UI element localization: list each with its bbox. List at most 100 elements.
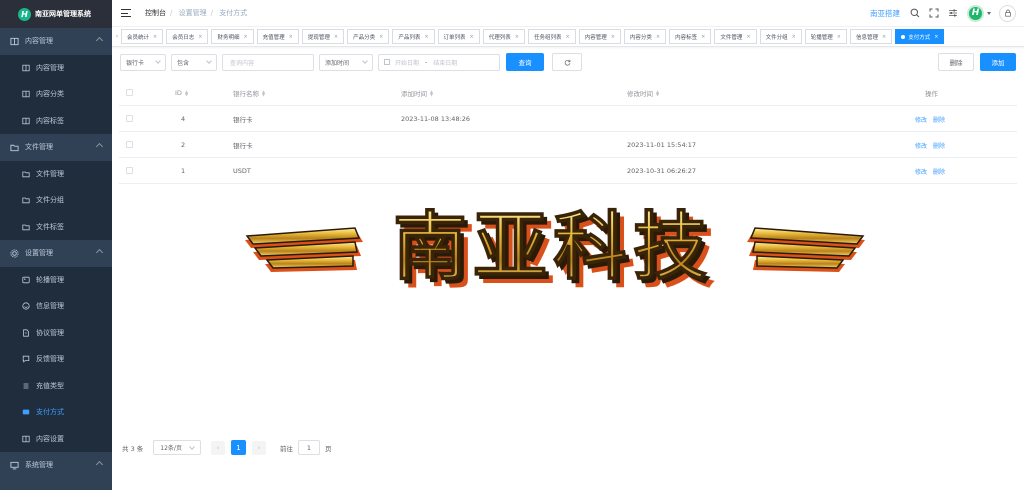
refresh-button[interactable] (552, 53, 582, 71)
date-range-picker[interactable]: 开始日期 - 结束日期 (378, 53, 500, 71)
chevron-down-icon[interactable] (987, 11, 991, 15)
page-size-select[interactable]: 12条/页 (153, 440, 201, 455)
query-button[interactable]: 查询 (506, 53, 544, 71)
delete-link[interactable]: 删除 (933, 167, 945, 176)
tab-14[interactable]: 文件分组 × (759, 29, 802, 44)
prev-page-button[interactable]: ‹ (210, 440, 225, 455)
search-icon[interactable] (910, 8, 920, 18)
tab-3[interactable]: 充值管理 × (256, 29, 299, 44)
close-icon[interactable]: × (470, 34, 474, 40)
sidebar-item[interactable]: 轮播管理 (0, 266, 112, 293)
tab-10[interactable]: 内容管理 × (578, 29, 621, 44)
row-checkbox[interactable] (126, 141, 133, 148)
breadcrumb-item[interactable]: 设置管理 (179, 9, 207, 17)
sidebar-item[interactable]: 内容分类 (0, 81, 112, 108)
col-id[interactable]: ID ▲ ▼ (175, 80, 188, 106)
tab-8[interactable]: 代理列表 × (482, 29, 525, 44)
username-link[interactable]: 南亚搭建 (870, 8, 900, 19)
sidebar-item[interactable]: 信息管理 (0, 293, 112, 320)
start-date-input[interactable]: 开始日期 (395, 58, 419, 67)
breadcrumb-item[interactable]: 控制台 (145, 9, 166, 17)
sidebar-item[interactable]: 反馈管理 (0, 346, 112, 373)
close-icon[interactable]: × (934, 34, 938, 40)
date-field-select[interactable]: 添加时间 (319, 53, 373, 71)
tab-6[interactable]: 产品列表 × (392, 29, 435, 44)
close-icon[interactable]: × (198, 34, 202, 40)
close-icon[interactable]: × (611, 34, 615, 40)
tab-11[interactable]: 内容分类 × (623, 29, 667, 44)
lock-button[interactable] (999, 4, 1016, 22)
sidebar-item[interactable]: 文件管理 (0, 160, 112, 187)
tab-4[interactable]: 提现管理 × (301, 29, 345, 44)
sidebar-group-0[interactable]: 内容管理 (0, 28, 112, 55)
row-checkbox[interactable] (126, 115, 133, 122)
sidebar-group-1[interactable]: 文件管理 (0, 134, 112, 161)
tab-16[interactable]: 信息管理 × (850, 29, 893, 44)
close-icon[interactable]: × (379, 34, 383, 40)
doc-icon (23, 329, 29, 337)
col-name[interactable]: 银行名称 ▲ ▼ (233, 80, 265, 106)
close-icon[interactable]: × (837, 34, 841, 40)
delete-button[interactable]: 删除 (938, 53, 974, 71)
sidebar-item[interactable]: 充值类型 (0, 372, 112, 399)
close-icon[interactable]: × (792, 34, 796, 40)
close-icon[interactable]: × (565, 34, 569, 40)
sidebar-item[interactable]: 文件标签 (0, 213, 112, 240)
operator-select[interactable]: 包含 (171, 53, 217, 71)
payment-table: ID ▲ ▼ 银行名称 ▲ ▼ 添加时间 ▲ ▼ 修改时间 ▲ ▼ 操作 4 银行卡 2023-11… (119, 80, 1017, 184)
search-input[interactable]: 查询内容 (222, 53, 314, 71)
sidebar-item[interactable]: 支付方式 (0, 399, 112, 426)
fullscreen-icon[interactable] (929, 8, 939, 18)
sidebar-item[interactable]: 文件分组 (0, 187, 112, 214)
goto-input[interactable]: 1 (297, 440, 320, 455)
col-update-time[interactable]: 修改时间 ▲ ▼ (627, 80, 659, 106)
tab-15[interactable]: 轮播管理 × (804, 29, 847, 44)
row-checkbox[interactable] (126, 167, 133, 174)
app-logo[interactable]: H 南亚网单管理系统 (0, 0, 112, 28)
tab-17[interactable]: 支付方式 × (895, 29, 945, 44)
close-icon[interactable]: × (243, 34, 247, 40)
page-number[interactable]: 1 (230, 440, 246, 455)
delete-link[interactable]: 删除 (933, 115, 945, 124)
hamburger-icon[interactable] (121, 9, 131, 17)
settings-sliders-icon[interactable] (948, 8, 958, 18)
edit-link[interactable]: 修改 (915, 115, 927, 124)
close-icon[interactable]: × (701, 34, 705, 40)
sidebar-item[interactable]: 协议管理 (0, 319, 112, 346)
close-icon[interactable]: × (882, 34, 886, 40)
select-all-checkbox[interactable] (126, 89, 133, 96)
edit-link[interactable]: 修改 (915, 141, 927, 150)
tab-7[interactable]: 订单列表 × (437, 29, 480, 44)
close-icon[interactable]: × (334, 34, 338, 40)
tab-13[interactable]: 文件管理 × (714, 29, 757, 44)
sidebar-group-3[interactable]: 系统管理 (0, 452, 112, 479)
sidebar-item[interactable]: 内容管理 (0, 54, 112, 81)
close-icon[interactable]: × (153, 34, 157, 40)
delete-link[interactable]: 删除 (933, 141, 945, 150)
col-create-time[interactable]: 添加时间 ▲ ▼ (401, 80, 433, 106)
tab-9[interactable]: 任务组列表 × (527, 29, 576, 44)
tab-0[interactable]: 会员统计 × (121, 29, 164, 44)
sidebar-group-2[interactable]: 设置管理 (0, 240, 112, 267)
table-row[interactable]: 2 银行卡 2023-11-01 15:54:17 修改 删除 (119, 132, 1017, 158)
field-select[interactable]: 银行卡 (120, 53, 166, 71)
tab-2[interactable]: 财务明细 × (211, 29, 254, 44)
book-icon (22, 91, 30, 98)
close-icon[interactable]: × (515, 34, 519, 40)
tab-12[interactable]: 内容标签 × (669, 29, 712, 44)
end-date-input[interactable]: 结束日期 (433, 58, 457, 67)
tab-5[interactable]: 产品分类 × (347, 29, 390, 44)
edit-link[interactable]: 修改 (915, 167, 927, 176)
close-icon[interactable]: × (746, 34, 750, 40)
sidebar-item[interactable]: 内容设置 (0, 425, 112, 452)
close-icon[interactable]: × (424, 34, 428, 40)
next-page-button[interactable]: › (251, 440, 266, 455)
table-row[interactable]: 1 USDT 2023-10-31 06:26:27 修改 删除 (119, 158, 1017, 184)
add-button[interactable]: 添加 (980, 53, 1016, 71)
avatar[interactable]: H (967, 4, 984, 22)
tab-1[interactable]: 会员日志 × (166, 29, 209, 44)
sidebar-item[interactable]: 内容标签 (0, 107, 112, 134)
close-icon[interactable]: × (289, 34, 293, 40)
close-icon[interactable]: × (656, 34, 660, 40)
table-row[interactable]: 4 银行卡 2023-11-08 13:48:26 修改 删除 (119, 106, 1017, 132)
